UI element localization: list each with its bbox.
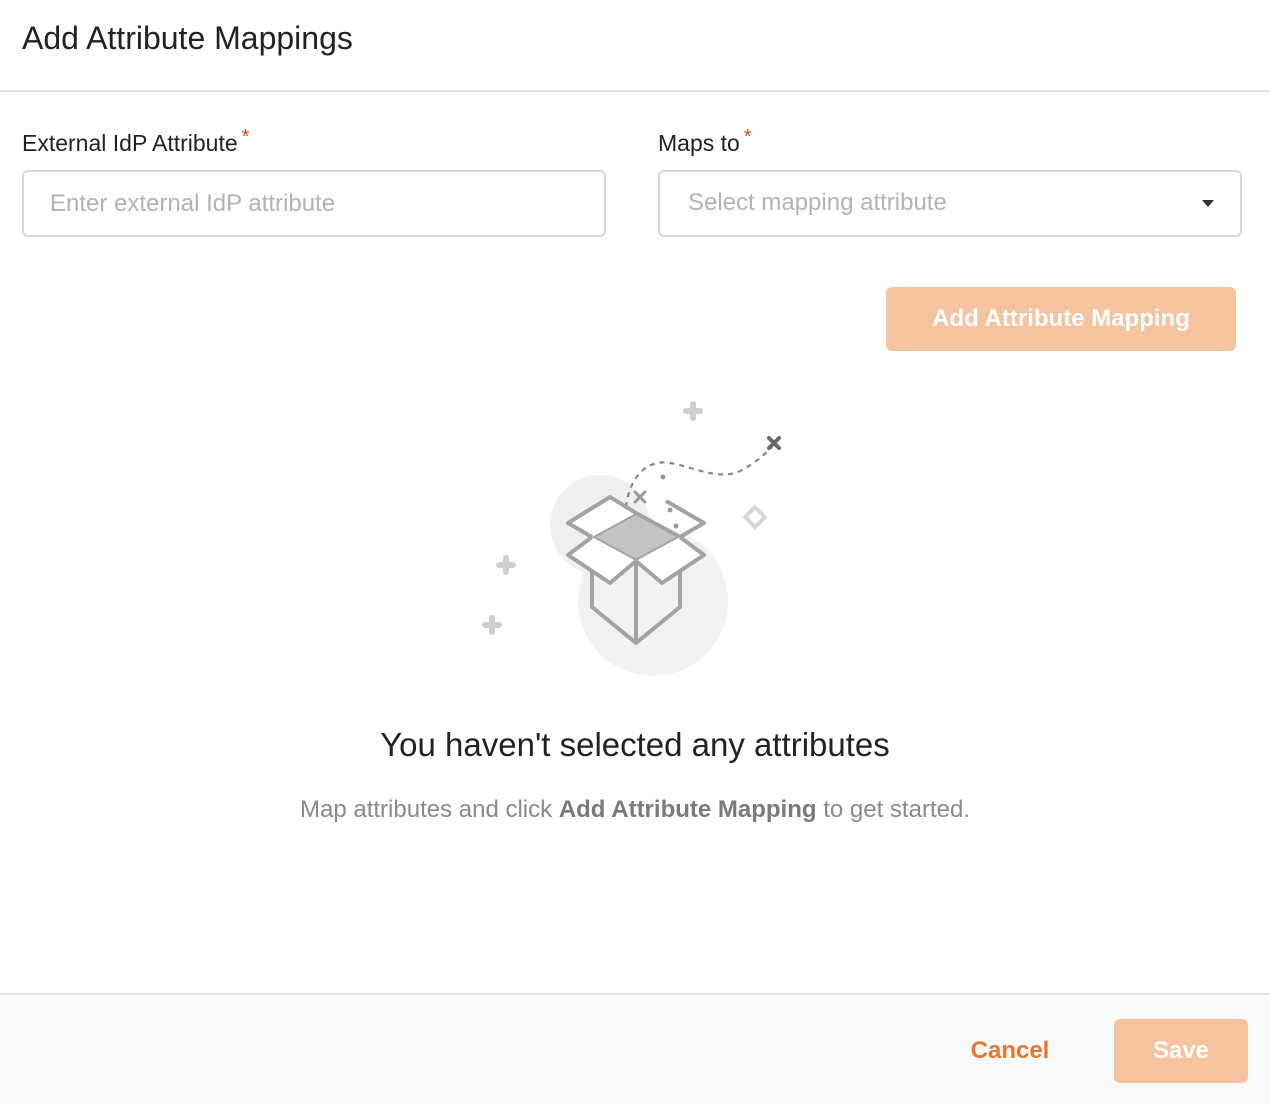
open-box-icon bbox=[482, 401, 781, 676]
empty-state-description: Map attributes and click Add Attribute M… bbox=[300, 792, 970, 827]
external-attribute-label: External IdP Attribute * bbox=[22, 126, 249, 157]
empty-state-title: You haven't selected any attributes bbox=[380, 726, 890, 763]
dialog-title: Add Attribute Mappings bbox=[22, 20, 353, 56]
dialog-footer bbox=[0, 993, 1270, 1105]
external-attribute-label-text: External IdP Attribute bbox=[22, 130, 238, 156]
save-button[interactable]: Save bbox=[1114, 1019, 1248, 1083]
required-marker: * bbox=[743, 126, 752, 148]
empty-state-desc-start: Map attributes and click bbox=[300, 796, 559, 823]
maps-to-placeholder: Select mapping attribute bbox=[688, 189, 947, 216]
external-attribute-field[interactable] bbox=[22, 170, 606, 237]
cancel-button[interactable]: Cancel bbox=[950, 1022, 1070, 1080]
maps-to-label: Maps to * bbox=[658, 126, 752, 157]
maps-to-label-text: Maps to bbox=[658, 130, 740, 156]
add-attribute-mapping-button[interactable]: Add Attribute Mapping bbox=[886, 287, 1236, 351]
required-marker: * bbox=[241, 126, 250, 148]
empty-state-desc-end: to get started. bbox=[816, 796, 970, 823]
maps-to-select[interactable]: Select mapping attribute bbox=[658, 170, 1242, 237]
empty-state-desc-bold: Add Attribute Mapping bbox=[558, 796, 817, 823]
external-attribute-input[interactable] bbox=[24, 172, 604, 235]
dialog-header: Add Attribute Mappings bbox=[0, 0, 1270, 92]
chevron-down-icon bbox=[1202, 200, 1214, 207]
